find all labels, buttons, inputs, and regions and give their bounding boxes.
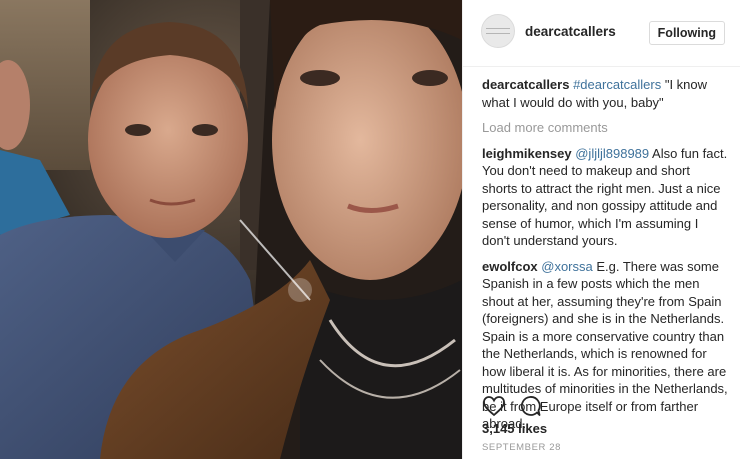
caption-hashtag[interactable]: #dearcatcallers bbox=[573, 77, 661, 92]
instagram-post: dearcatcallers Following dearcatcallers … bbox=[0, 0, 740, 459]
post-side-panel: dearcatcallers Following dearcatcallers … bbox=[462, 0, 740, 459]
post-header: dearcatcallers Following bbox=[463, 0, 740, 67]
post-photo[interactable] bbox=[0, 0, 462, 459]
avatar-logo bbox=[486, 28, 510, 34]
like-count[interactable]: 3,145 likes bbox=[482, 421, 547, 436]
comment-mention[interactable]: @jljljl898989 bbox=[575, 146, 649, 161]
load-more-comments-link[interactable]: Load more comments bbox=[482, 119, 728, 137]
profile-avatar-icon[interactable] bbox=[481, 14, 515, 48]
comment-author[interactable]: leighmikensey bbox=[482, 146, 572, 161]
caption: dearcatcallers #dearcatcallers "I know w… bbox=[482, 76, 728, 111]
comment-author[interactable]: ewolfcox bbox=[482, 259, 538, 274]
comment-item: leighmikensey @jljljl898989 Also fun fac… bbox=[482, 145, 728, 250]
comment-mention[interactable]: @xorssa bbox=[541, 259, 593, 274]
action-bar bbox=[482, 394, 542, 418]
comment-bubble-icon[interactable] bbox=[518, 394, 542, 418]
comments-section: dearcatcallers #dearcatcallers "I know w… bbox=[482, 76, 728, 441]
following-button[interactable]: Following bbox=[648, 21, 725, 45]
header-username[interactable]: dearcatcallers bbox=[525, 24, 616, 39]
selfie-image bbox=[0, 0, 462, 459]
post-date: SEPTEMBER 28 bbox=[482, 442, 562, 453]
heart-icon[interactable] bbox=[482, 394, 506, 418]
caption-author[interactable]: dearcatcallers bbox=[482, 77, 569, 92]
